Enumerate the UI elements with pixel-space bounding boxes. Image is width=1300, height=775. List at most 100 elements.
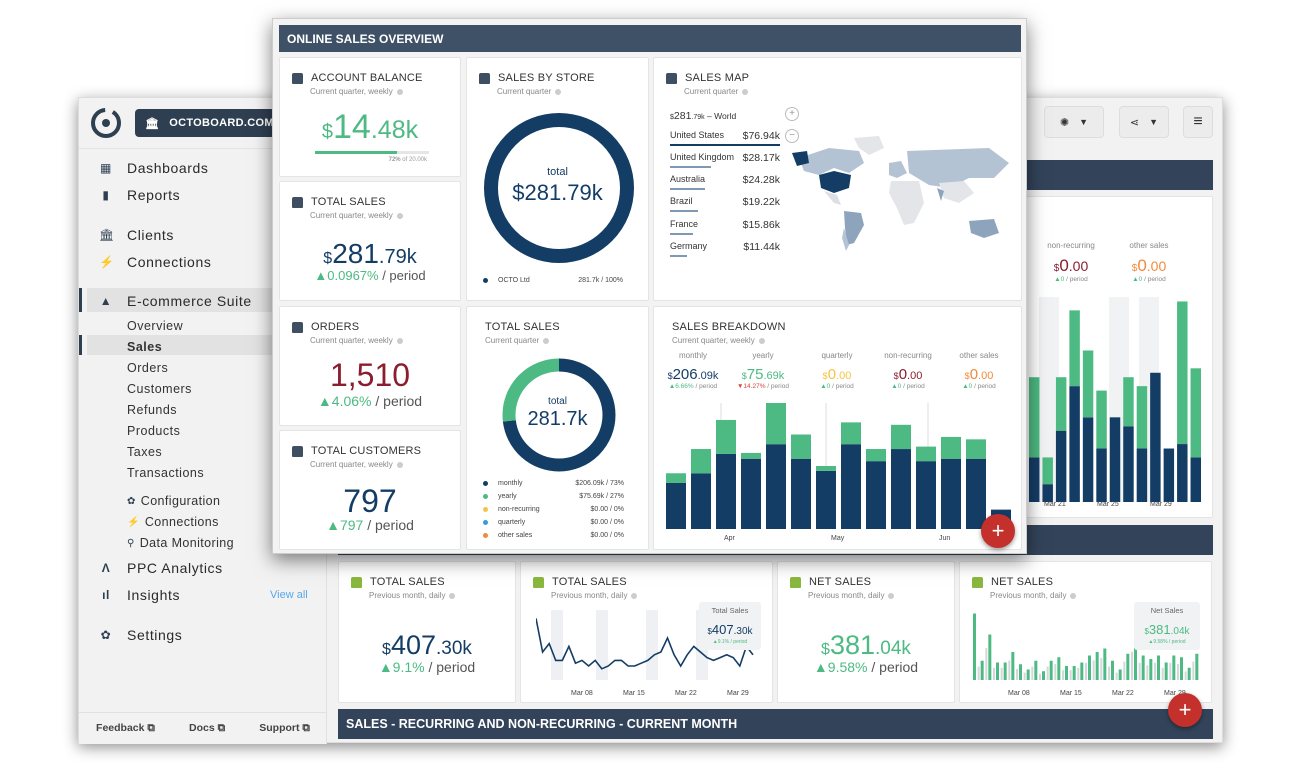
bar-net-sales xyxy=(1057,657,1061,680)
sidebar-subitem-data-monitoring[interactable]: ⚲ Data Monitoring xyxy=(127,536,234,550)
bar-monthly xyxy=(716,453,736,529)
bar-net-sales xyxy=(1072,666,1076,680)
bar-monthly xyxy=(766,444,786,529)
bar-yearly xyxy=(1096,390,1107,449)
sidebar-subitem-orders[interactable]: Orders xyxy=(127,361,168,375)
bar-yearly xyxy=(1069,310,1080,387)
support-link[interactable]: Support ⧉ xyxy=(259,722,310,735)
info-icon[interactable] xyxy=(396,88,403,95)
sidebar-item-dashboards[interactable]: ▦ Dashboards xyxy=(99,160,209,176)
map-row-united-kingdom[interactable]: United Kingdom $28.17k xyxy=(670,152,780,168)
bar-net-sales xyxy=(1026,669,1030,680)
external-link-icon: ⧉ xyxy=(217,722,226,734)
bar-previous-period xyxy=(1000,667,1003,680)
kpi-value: $407.30k xyxy=(382,630,472,660)
bar-net-sales xyxy=(973,613,976,680)
bar-net-sales xyxy=(988,634,992,680)
balance-progress-track xyxy=(315,151,429,154)
sidebar-subitem-products[interactable]: Products xyxy=(127,424,180,438)
x-tick-label: Mar 22 xyxy=(1112,690,1134,697)
x-tick-label: Mar 08 xyxy=(571,690,593,697)
legend-dot xyxy=(483,507,488,512)
sidebar-item-ppc-analytics[interactable]: Λ PPC Analytics xyxy=(99,560,223,576)
theme-dropdown-button[interactable]: ✺ ▼ xyxy=(1044,106,1104,138)
sidebar-item-settings[interactable]: ✿ Settings xyxy=(99,627,182,643)
info-icon[interactable] xyxy=(555,88,562,95)
info-icon[interactable] xyxy=(396,212,403,219)
bar-yearly xyxy=(1177,301,1188,445)
legend-item: quarterly $0.00 / 0% xyxy=(467,519,648,526)
info-icon[interactable] xyxy=(631,592,638,599)
bar-net-sales xyxy=(1180,657,1183,680)
org-switcher-button[interactable]: 🏛 OCTOBOARD.COM xyxy=(135,109,275,137)
net-sales-bar-card: NET SALES Previous month, daily Net Sale… xyxy=(959,561,1212,703)
map-row-brazil[interactable]: Brazil $19.22k xyxy=(670,196,780,212)
info-icon[interactable] xyxy=(888,592,895,599)
kpi-value: $381.04k xyxy=(821,630,911,660)
info-icon[interactable] xyxy=(396,461,403,468)
feedback-link[interactable]: Feedback ⧉ xyxy=(96,722,155,735)
bar-net-sales xyxy=(1141,655,1145,680)
sidebar-item-clients[interactable]: 🏛 Clients xyxy=(99,227,174,243)
map-row-france[interactable]: France $15.86k xyxy=(670,219,780,235)
sidebar-subitem-customers[interactable]: Customers xyxy=(127,382,192,396)
bar-previous-period xyxy=(1046,666,1049,680)
sidebar-item-connections[interactable]: ⚡ Connections xyxy=(99,254,211,270)
sidebar-subitem-overview[interactable]: Overview xyxy=(127,319,183,333)
sidebar-subitem-refunds[interactable]: Refunds xyxy=(127,403,177,417)
sidebar-item-ecommerce-suite[interactable]: ▲ E-commerce Suite xyxy=(99,293,252,309)
octoboard-logo[interactable] xyxy=(89,106,123,140)
docs-link[interactable]: Docs ⧉ xyxy=(189,722,225,735)
x-tick-label: Mar 29 xyxy=(1150,501,1172,508)
legend-dot xyxy=(483,520,488,525)
bank-icon: 🏛 xyxy=(145,117,160,130)
sidebar-subitem-transactions[interactable]: Transactions xyxy=(127,466,204,480)
shopping-bag-icon xyxy=(292,72,303,84)
sidebar-item-insights[interactable]: ıl Insights xyxy=(99,587,180,603)
add-widget-button[interactable]: + xyxy=(1168,693,1202,727)
info-icon[interactable] xyxy=(543,337,550,344)
info-icon[interactable] xyxy=(449,592,456,599)
menu-button[interactable]: ≡ xyxy=(1183,106,1213,138)
sidebar-subitem-connections[interactable]: ⚡ Connections xyxy=(127,515,219,529)
map-row-germany[interactable]: Germany $11.44k xyxy=(670,241,780,257)
bar-monthly xyxy=(1177,444,1188,502)
breakdown-col-quarterly: quarterly $0.00 ▲0 / period xyxy=(820,351,854,390)
legend-item: OCTO Ltd 281.7k / 100% xyxy=(467,277,648,284)
recurring-bar-chart xyxy=(1029,297,1201,502)
shopify-bag-icon xyxy=(790,576,801,588)
external-link-icon: ⧉ xyxy=(302,722,310,734)
legend-dot xyxy=(483,481,488,486)
view-all-link[interactable]: View all xyxy=(270,589,308,601)
account-balance-card: ACCOUNT BALANCE Current quarter, weekly … xyxy=(279,57,461,177)
map-row-united-states[interactable]: United States $76.94k xyxy=(670,130,780,146)
info-icon[interactable] xyxy=(1070,592,1077,599)
share-bar xyxy=(670,188,706,190)
info-icon[interactable] xyxy=(742,88,749,95)
map-row-australia[interactable]: Australia $24.28k xyxy=(670,174,780,190)
clipboard-icon: ▮ xyxy=(102,188,110,202)
map-region-australia xyxy=(969,219,999,238)
bar-yearly xyxy=(1190,368,1201,458)
info-icon[interactable] xyxy=(396,337,403,344)
bar-previous-period xyxy=(1161,667,1164,680)
add-widget-button[interactable]: + xyxy=(981,514,1015,548)
bar-previous-period xyxy=(1169,662,1172,680)
share-dropdown-button[interactable]: ⋖ ▼ xyxy=(1119,106,1169,138)
sidebar-subitem-configuration[interactable]: ✿ Configuration xyxy=(127,494,220,508)
bar-yearly xyxy=(716,419,736,454)
bar-previous-period xyxy=(1039,673,1041,680)
sidebar-item-reports[interactable]: ▮ Reports xyxy=(99,187,180,203)
bar-yearly xyxy=(1136,386,1148,449)
bar-monthly xyxy=(666,482,686,529)
bar-net-sales xyxy=(1003,662,1007,680)
bar-monthly xyxy=(891,449,911,529)
zoom-in-button[interactable]: + xyxy=(785,107,799,121)
sidebar-subitem-taxes[interactable]: Taxes xyxy=(127,445,162,459)
info-icon[interactable] xyxy=(758,337,765,344)
total-sales-kpi-card: TOTAL SALES Previous month, daily $407.3… xyxy=(338,561,516,703)
account-balance-value: $14.48k xyxy=(321,108,419,146)
x-tick-label: Mar 08 xyxy=(1008,690,1030,697)
balance-progress-fill xyxy=(315,151,398,154)
sidebar-subitem-sales[interactable]: Sales xyxy=(127,340,162,354)
